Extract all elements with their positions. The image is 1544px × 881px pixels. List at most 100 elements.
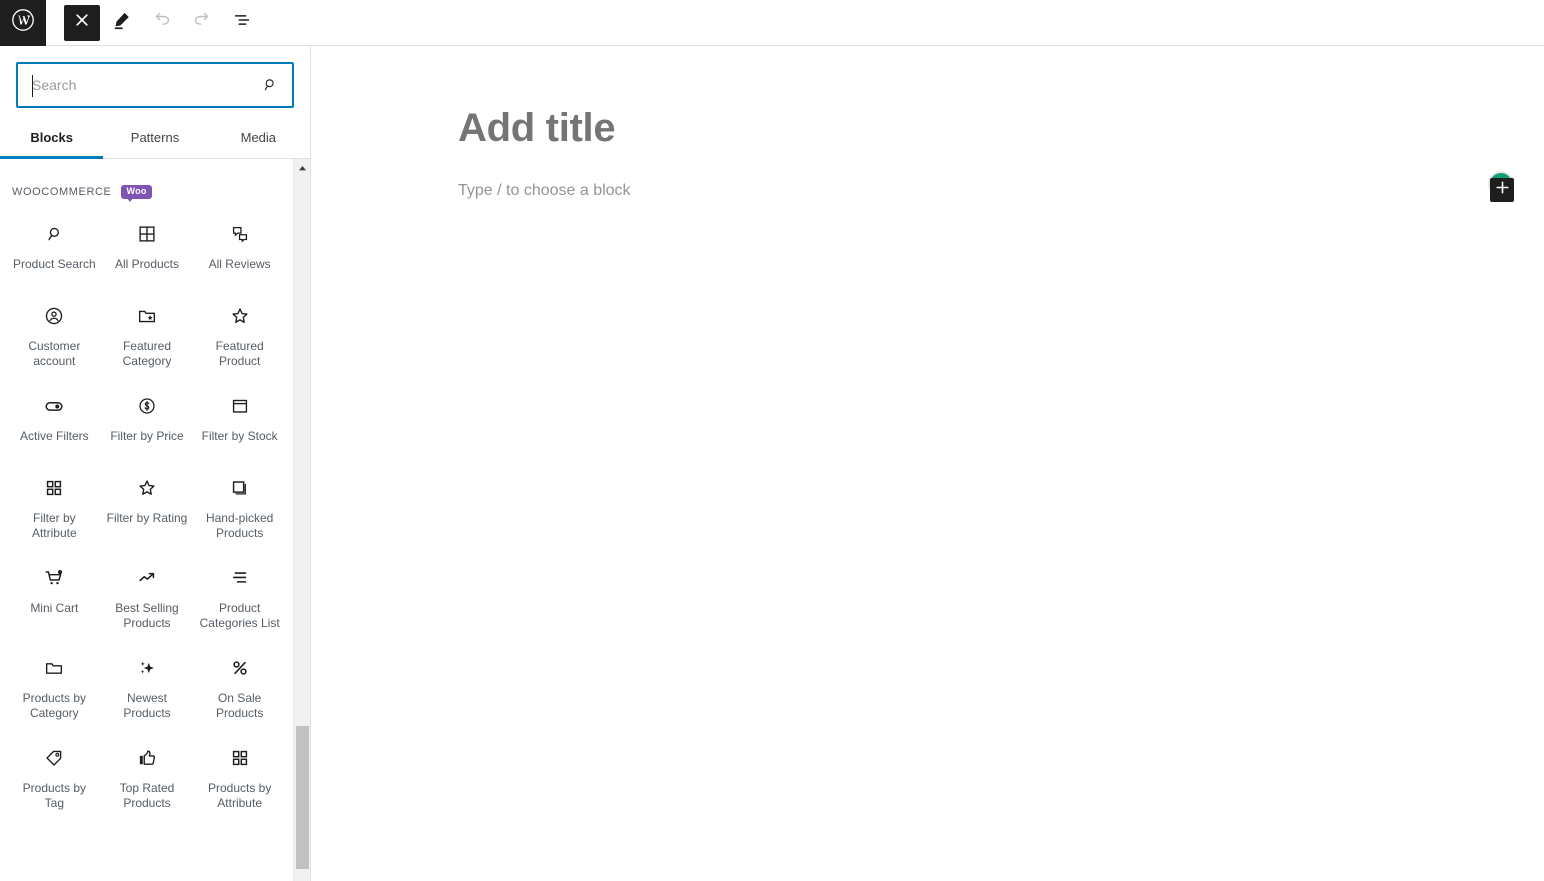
block-item-on-sale-products[interactable]: On Sale Products xyxy=(193,641,286,731)
inserter-scrollbar-track[interactable] xyxy=(293,159,310,881)
blocks-scroll-region: WOOCOMMERCE Woo Product Search All Produ… xyxy=(0,159,310,881)
sparkles-icon xyxy=(136,655,158,681)
inserter-tabs: Blocks Patterns Media xyxy=(0,120,310,159)
block-item-filter-by-rating[interactable]: Filter by Rating xyxy=(101,461,194,551)
dollar-circle-icon xyxy=(136,393,158,419)
block-item-label: Hand-picked Products xyxy=(205,510,274,540)
block-item-newest-products[interactable]: Newest Products xyxy=(101,641,194,731)
post-title-placeholder[interactable]: Add title xyxy=(458,106,616,151)
search-icon[interactable] xyxy=(258,72,284,98)
block-inserter-panel: Blocks Patterns Media WOOCOMMERCE Woo xyxy=(0,46,311,881)
scrollbar-thumb[interactable] xyxy=(296,726,309,869)
comment-stack-icon xyxy=(229,221,251,247)
wordpress-logo-icon xyxy=(11,8,35,37)
block-item-customer-account[interactable]: Customer account xyxy=(8,289,101,379)
edit-mode-button[interactable] xyxy=(104,5,140,41)
block-item-filter-by-attribute[interactable]: Filter by Attribute xyxy=(8,461,101,551)
list-view-icon xyxy=(231,9,253,36)
block-item-filter-by-price[interactable]: Filter by Price xyxy=(101,379,194,461)
blocks-list: WOOCOMMERCE Woo Product Search All Produ… xyxy=(0,159,294,821)
block-item-products-by-category[interactable]: Products by Category xyxy=(8,641,101,731)
block-item-filter-by-stock[interactable]: Filter by Stock xyxy=(193,379,286,461)
block-item-label: On Sale Products xyxy=(215,690,264,720)
add-block-button[interactable] xyxy=(1490,178,1514,202)
plus-icon xyxy=(1495,180,1510,200)
stacked-squares-icon xyxy=(229,475,251,501)
pencil-icon xyxy=(111,9,133,36)
block-type-grid: Product Search All Products All Reviews … xyxy=(8,207,286,821)
block-item-label: Mini Cart xyxy=(30,600,79,615)
block-item-label: Top Rated Products xyxy=(119,780,175,810)
block-item-active-filters[interactable]: Active Filters xyxy=(8,379,101,461)
tab-media[interactable]: Media xyxy=(207,120,310,159)
post-body-placeholder[interactable]: Type / to choose a block xyxy=(458,182,631,200)
close-editor-button[interactable] xyxy=(64,4,100,41)
block-item-label: Product Search xyxy=(12,256,96,271)
tag-icon xyxy=(43,745,65,771)
block-item-label: Products by Tag xyxy=(22,780,87,810)
block-item-label: Filter by Price xyxy=(110,428,184,443)
search-container xyxy=(0,46,310,108)
block-item-label: Active Filters xyxy=(19,428,89,443)
scrollbar-up-button[interactable] xyxy=(294,159,310,176)
block-item-all-reviews[interactable]: All Reviews xyxy=(193,207,286,289)
undo-arrow-icon xyxy=(151,9,173,36)
list-view-button[interactable] xyxy=(224,5,260,41)
block-item-label: Products by Attribute xyxy=(207,780,272,810)
block-item-featured-category[interactable]: Featured Category xyxy=(101,289,194,379)
shopping-cart-icon xyxy=(43,565,65,591)
block-item-product-categories-list[interactable]: Product Categories List xyxy=(193,551,286,641)
block-item-label: Featured Category xyxy=(122,338,172,368)
close-icon xyxy=(74,12,90,33)
percent-icon xyxy=(229,655,251,681)
block-item-label: Newest Products xyxy=(123,690,171,720)
search-box[interactable] xyxy=(16,62,294,108)
block-item-label: Products by Category xyxy=(22,690,87,720)
block-item-all-products[interactable]: All Products xyxy=(101,207,194,289)
star-outline-icon xyxy=(229,303,251,329)
folder-star-icon xyxy=(136,303,158,329)
box-icon xyxy=(229,393,251,419)
block-item-label: Customer account xyxy=(28,338,81,368)
block-item-featured-product[interactable]: Featured Product xyxy=(193,289,286,379)
user-circle-icon xyxy=(43,303,65,329)
block-item-label: Filter by Rating xyxy=(106,510,188,525)
editor-header-toolbar xyxy=(0,0,1544,46)
trending-up-icon xyxy=(136,565,158,591)
section-title: WOOCOMMERCE xyxy=(12,185,112,198)
search-input[interactable] xyxy=(18,64,292,106)
block-item-label: Featured Product xyxy=(215,338,264,368)
block-item-label: Filter by Stock xyxy=(201,428,278,443)
list-lines-icon xyxy=(229,565,251,591)
woocommerce-badge-icon: Woo xyxy=(121,185,152,202)
block-item-product-search[interactable]: Product Search xyxy=(8,207,101,289)
search-icon xyxy=(43,221,65,247)
block-item-products-by-attribute[interactable]: Products by Attribute xyxy=(193,731,286,821)
redo-button[interactable] xyxy=(184,5,220,41)
grid-four-icon xyxy=(136,221,158,247)
star-outline-icon xyxy=(136,475,158,501)
block-item-best-selling-products[interactable]: Best Selling Products xyxy=(101,551,194,641)
block-item-mini-cart[interactable]: Mini Cart xyxy=(8,551,101,641)
wordpress-logo-button[interactable] xyxy=(0,0,46,46)
toggle-icon xyxy=(43,393,65,419)
undo-button[interactable] xyxy=(144,5,180,41)
block-item-label: Product Categories List xyxy=(199,600,280,630)
caret-up-icon xyxy=(298,159,307,177)
redo-arrow-icon xyxy=(191,9,213,36)
block-item-hand-picked-products[interactable]: Hand-picked Products xyxy=(193,461,286,551)
four-squares-icon xyxy=(229,745,251,771)
tab-patterns[interactable]: Patterns xyxy=(103,120,206,159)
block-item-products-by-tag[interactable]: Products by Tag xyxy=(8,731,101,821)
block-item-top-rated-products[interactable]: Top Rated Products xyxy=(101,731,194,821)
block-item-label: All Reviews xyxy=(208,256,271,271)
thumbs-up-icon xyxy=(136,745,158,771)
text-caret xyxy=(32,75,33,97)
section-header-woocommerce: WOOCOMMERCE Woo xyxy=(8,159,286,207)
block-item-label: Best Selling Products xyxy=(115,600,179,630)
folder-icon xyxy=(43,655,65,681)
tab-blocks[interactable]: Blocks xyxy=(0,120,104,159)
block-item-label: All Products xyxy=(114,256,179,271)
block-item-label: Filter by Attribute xyxy=(31,510,77,540)
